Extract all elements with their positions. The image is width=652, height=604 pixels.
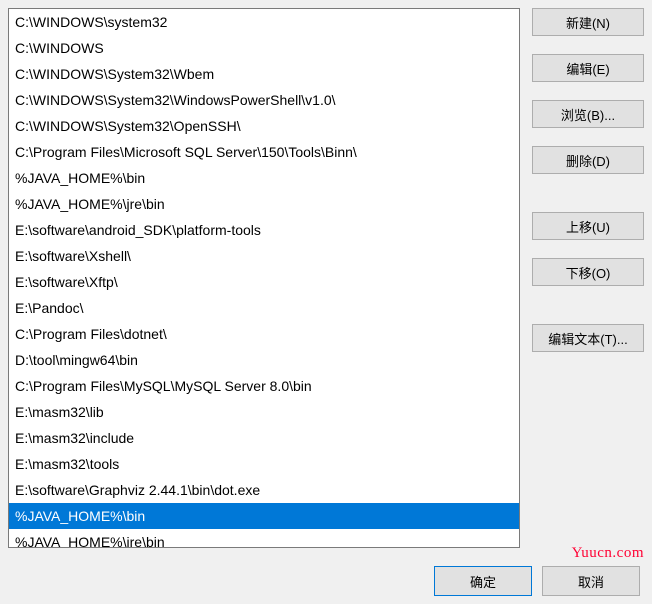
ok-button[interactable]: 确定 — [434, 566, 532, 596]
list-item[interactable]: E:\software\android_SDK\platform-tools — [9, 217, 519, 243]
delete-button[interactable]: 删除(D) — [532, 146, 644, 174]
new-button[interactable]: 新建(N) — [532, 8, 644, 36]
list-item[interactable]: %JAVA_HOME%\bin — [9, 165, 519, 191]
list-item[interactable]: E:\software\Xftp\ — [9, 269, 519, 295]
list-item[interactable]: C:\Program Files\dotnet\ — [9, 321, 519, 347]
list-item[interactable]: E:\masm32\include — [9, 425, 519, 451]
list-item[interactable]: E:\software\Graphviz 2.44.1\bin\dot.exe — [9, 477, 519, 503]
list-item[interactable]: %JAVA_HOME%\jre\bin — [9, 191, 519, 217]
move-down-button[interactable]: 下移(O) — [532, 258, 644, 286]
list-item[interactable]: C:\WINDOWS\System32\WindowsPowerShell\v1… — [9, 87, 519, 113]
list-item[interactable]: E:\software\Xshell\ — [9, 243, 519, 269]
move-up-button[interactable]: 上移(U) — [532, 212, 644, 240]
browse-button[interactable]: 浏览(B)... — [532, 100, 644, 128]
list-item[interactable]: %JAVA_HOME%\bin — [9, 503, 519, 529]
list-item[interactable]: C:\WINDOWS\System32\Wbem — [9, 61, 519, 87]
edit-button[interactable]: 编辑(E) — [532, 54, 644, 82]
list-item[interactable]: E:\masm32\lib — [9, 399, 519, 425]
side-button-panel: 新建(N) 编辑(E) 浏览(B)... 删除(D) 上移(U) 下移(O) 编… — [532, 8, 644, 554]
list-item[interactable]: E:\masm32\tools — [9, 451, 519, 477]
cancel-button[interactable]: 取消 — [542, 566, 640, 596]
list-item[interactable]: C:\Program Files\MySQL\MySQL Server 8.0\… — [9, 373, 519, 399]
list-item[interactable]: E:\Pandoc\ — [9, 295, 519, 321]
path-listbox[interactable]: C:\WINDOWS\system32C:\WINDOWSC:\WINDOWS\… — [8, 8, 520, 548]
list-item[interactable]: C:\WINDOWS\system32 — [9, 9, 519, 35]
dialog-action-bar: 确定 取消 — [8, 562, 644, 596]
list-item[interactable]: D:\tool\mingw64\bin — [9, 347, 519, 373]
list-item[interactable]: %JAVA_HOME%\jre\bin — [9, 529, 519, 548]
list-item[interactable]: C:\WINDOWS\System32\OpenSSH\ — [9, 113, 519, 139]
list-item[interactable]: C:\WINDOWS — [9, 35, 519, 61]
edit-text-button[interactable]: 编辑文本(T)... — [532, 324, 644, 352]
list-item[interactable]: C:\Program Files\Microsoft SQL Server\15… — [9, 139, 519, 165]
